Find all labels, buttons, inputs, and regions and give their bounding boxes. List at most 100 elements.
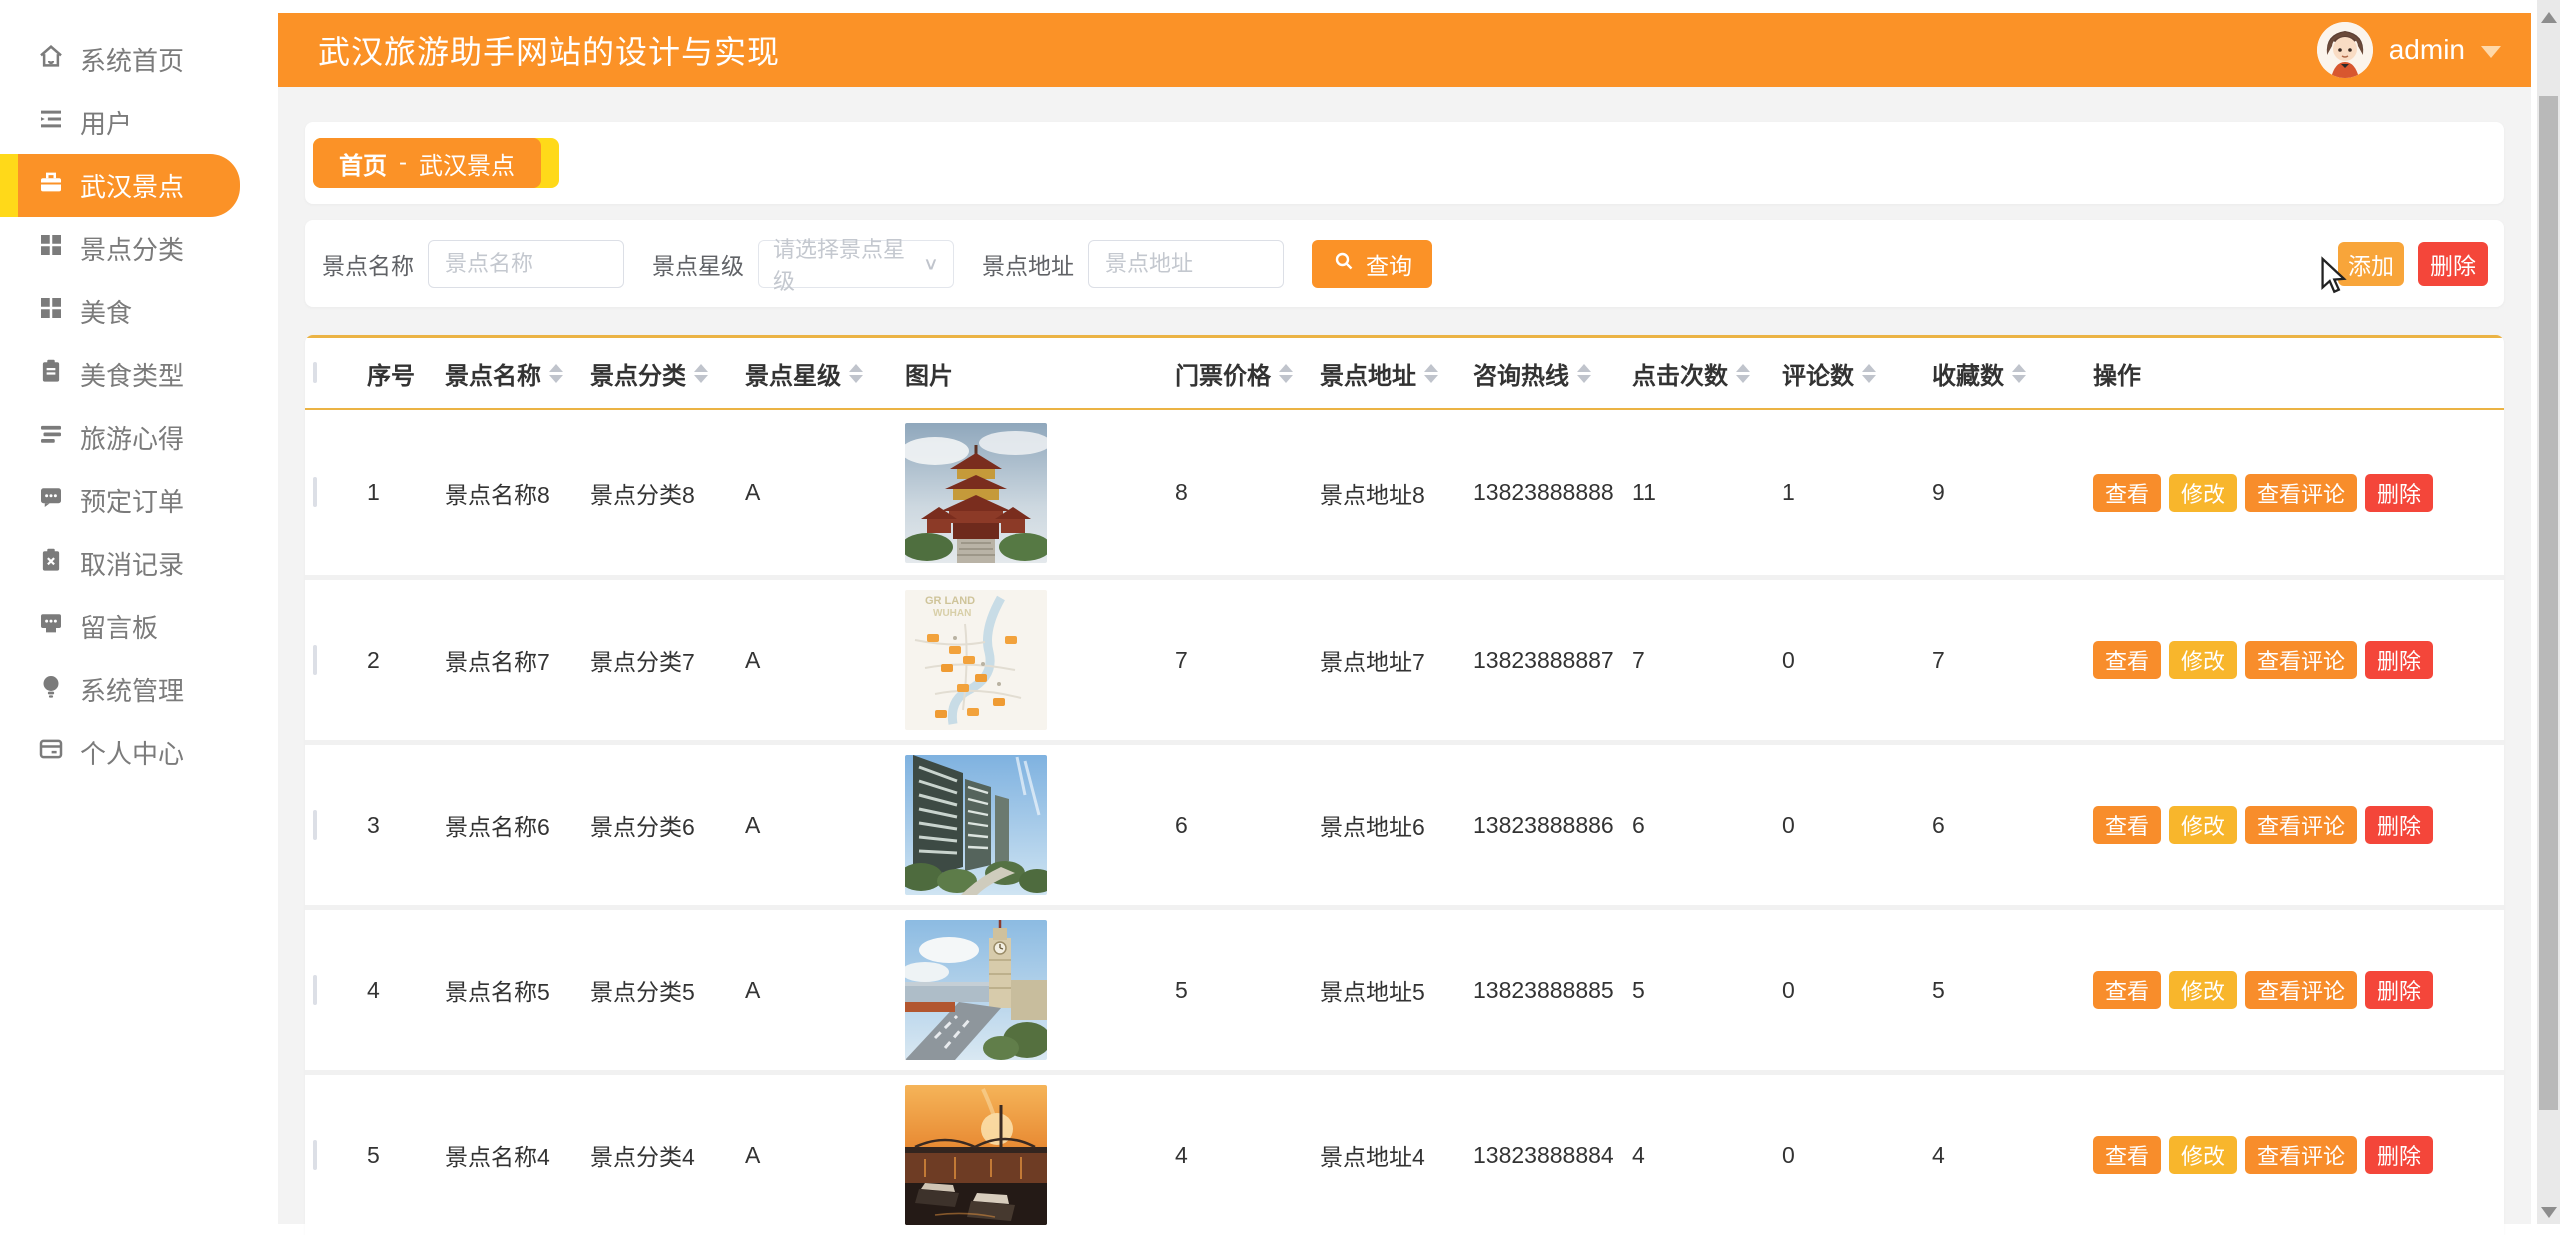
cell-name: 景点名称6 xyxy=(445,808,590,842)
sidebar-item-message-board[interactable]: 留言板 xyxy=(0,595,248,658)
search-icon xyxy=(1332,249,1356,279)
cell-index: 1 xyxy=(367,479,445,506)
cell-clicks: 11 xyxy=(1632,479,1782,506)
add-button[interactable]: 添加 xyxy=(2338,242,2404,286)
cell-name: 景点名称7 xyxy=(445,643,590,677)
cell-comments: 0 xyxy=(1782,812,1932,839)
breadcrumb-home[interactable]: 首页 xyxy=(339,146,387,181)
bulb-icon xyxy=(36,671,66,708)
sort-control[interactable] xyxy=(549,364,563,383)
sidebar-item-scenic-category[interactable]: 景点分类 xyxy=(0,217,248,280)
sort-control[interactable] xyxy=(1862,364,1876,383)
row-checkbox[interactable] xyxy=(313,975,317,1005)
row-delete-button[interactable]: 删除 xyxy=(2365,641,2433,679)
cell-price: 8 xyxy=(1175,479,1320,506)
top-header: 武汉旅游助手网站的设计与实现 admin xyxy=(278,13,2531,87)
sort-control[interactable] xyxy=(1424,364,1438,383)
cell-comments: 0 xyxy=(1782,977,1932,1004)
scroll-up-icon[interactable] xyxy=(2541,12,2557,23)
scenic-name-input[interactable] xyxy=(428,240,624,288)
edit-button[interactable]: 修改 xyxy=(2169,806,2237,844)
sort-control[interactable] xyxy=(694,364,708,383)
grid-icon xyxy=(36,293,66,330)
home-icon xyxy=(36,41,66,78)
scenic-star-label: 景点星级 xyxy=(652,247,744,281)
sidebar-item-label: 美食类型 xyxy=(80,356,184,393)
sort-control[interactable] xyxy=(2012,364,2026,383)
cell-favorites: 6 xyxy=(1932,812,2093,839)
sort-control[interactable] xyxy=(1577,364,1591,383)
view-button[interactable]: 查看 xyxy=(2093,1136,2161,1174)
sidebar-item-cancel-records[interactable]: 取消记录 xyxy=(0,532,248,595)
view-button[interactable]: 查看 xyxy=(2093,806,2161,844)
sidebar-item-system-management[interactable]: 系统管理 xyxy=(0,658,248,721)
cell-category: 景点分类7 xyxy=(590,643,745,677)
scenic-address-label: 景点地址 xyxy=(982,247,1074,281)
search-button[interactable]: 查询 xyxy=(1312,240,1432,288)
select-all-checkbox[interactable] xyxy=(313,362,317,383)
vertical-scrollbar[interactable] xyxy=(2537,0,2560,1224)
row-checkbox[interactable] xyxy=(313,810,317,840)
sidebar-item-users[interactable]: 用户 xyxy=(0,91,248,154)
view-button[interactable]: 查看 xyxy=(2093,474,2161,512)
scenic-star-select[interactable]: 请选择景点星级 ∨ xyxy=(758,240,954,288)
sidebar-item-travel-notes[interactable]: 旅游心得 xyxy=(0,406,248,469)
cell-star: A xyxy=(745,977,905,1004)
user-menu[interactable]: admin xyxy=(2317,22,2501,78)
sort-control[interactable] xyxy=(1736,364,1750,383)
grid-icon xyxy=(36,230,66,267)
view-button[interactable]: 查看 xyxy=(2093,641,2161,679)
breadcrumb: 首页 - 武汉景点 xyxy=(313,138,541,188)
scenic-image-sunset-bridge xyxy=(905,1085,1047,1225)
edit-button[interactable]: 修改 xyxy=(2169,641,2237,679)
edit-button[interactable]: 修改 xyxy=(2169,474,2237,512)
row-checkbox[interactable] xyxy=(313,645,317,675)
scroll-down-icon[interactable] xyxy=(2541,1207,2557,1218)
view-comments-button[interactable]: 查看评论 xyxy=(2245,474,2357,512)
cell-clicks: 6 xyxy=(1632,812,1782,839)
sidebar-item-wuhan-scenic[interactable]: 武汉景点 xyxy=(0,154,240,217)
cell-category: 景点分类4 xyxy=(590,1138,745,1172)
list-icon xyxy=(36,419,66,456)
sidebar-item-booking-orders[interactable]: 预定订单 xyxy=(0,469,248,532)
cell-favorites: 7 xyxy=(1932,647,2093,674)
sort-control[interactable] xyxy=(849,364,863,383)
row-checkbox[interactable] xyxy=(313,1140,317,1170)
row-checkbox[interactable] xyxy=(313,477,317,507)
row-delete-button[interactable]: 删除 xyxy=(2365,971,2433,1009)
sidebar-item-home[interactable]: 系统首页 xyxy=(0,28,248,91)
cell-star: A xyxy=(745,479,905,506)
row-delete-button[interactable]: 删除 xyxy=(2365,806,2433,844)
view-comments-button[interactable]: 查看评论 xyxy=(2245,1136,2357,1174)
view-comments-button[interactable]: 查看评论 xyxy=(2245,806,2357,844)
sidebar-item-personal-center[interactable]: 个人中心 xyxy=(0,721,248,784)
avatar[interactable] xyxy=(2317,22,2373,78)
cell-index: 3 xyxy=(367,812,445,839)
sidebar-item-label: 旅游心得 xyxy=(80,419,184,456)
cell-address: 景点地址7 xyxy=(1320,643,1473,677)
edit-button[interactable]: 修改 xyxy=(2169,1136,2237,1174)
cell-index: 5 xyxy=(367,1142,445,1169)
sidebar-item-food[interactable]: 美食 xyxy=(0,280,248,343)
scenic-address-input[interactable] xyxy=(1088,240,1284,288)
scenic-image-modern-buildings xyxy=(905,755,1047,895)
sort-control[interactable] xyxy=(1279,364,1293,383)
cell-clicks: 4 xyxy=(1632,1142,1782,1169)
row-delete-button[interactable]: 删除 xyxy=(2365,474,2433,512)
cell-comments: 0 xyxy=(1782,647,1932,674)
view-comments-button[interactable]: 查看评论 xyxy=(2245,971,2357,1009)
cell-index: 4 xyxy=(367,977,445,1004)
table-row: 3 景点名称6 景点分类6 A 6 xyxy=(305,740,2504,905)
column-header-hotline: 咨询热线 xyxy=(1473,356,1632,391)
row-delete-button[interactable]: 删除 xyxy=(2365,1136,2433,1174)
cell-favorites: 5 xyxy=(1932,977,2093,1004)
delete-button[interactable]: 删除 xyxy=(2418,242,2488,286)
edit-button[interactable]: 修改 xyxy=(2169,971,2237,1009)
view-button[interactable]: 查看 xyxy=(2093,971,2161,1009)
cell-category: 景点分类6 xyxy=(590,808,745,842)
scrollbar-thumb[interactable] xyxy=(2539,96,2558,1110)
sidebar-item-food-type[interactable]: 美食类型 xyxy=(0,343,248,406)
cell-comments: 1 xyxy=(1782,479,1932,506)
breadcrumb-card: 首页 - 武汉景点 xyxy=(305,122,2504,204)
view-comments-button[interactable]: 查看评论 xyxy=(2245,641,2357,679)
